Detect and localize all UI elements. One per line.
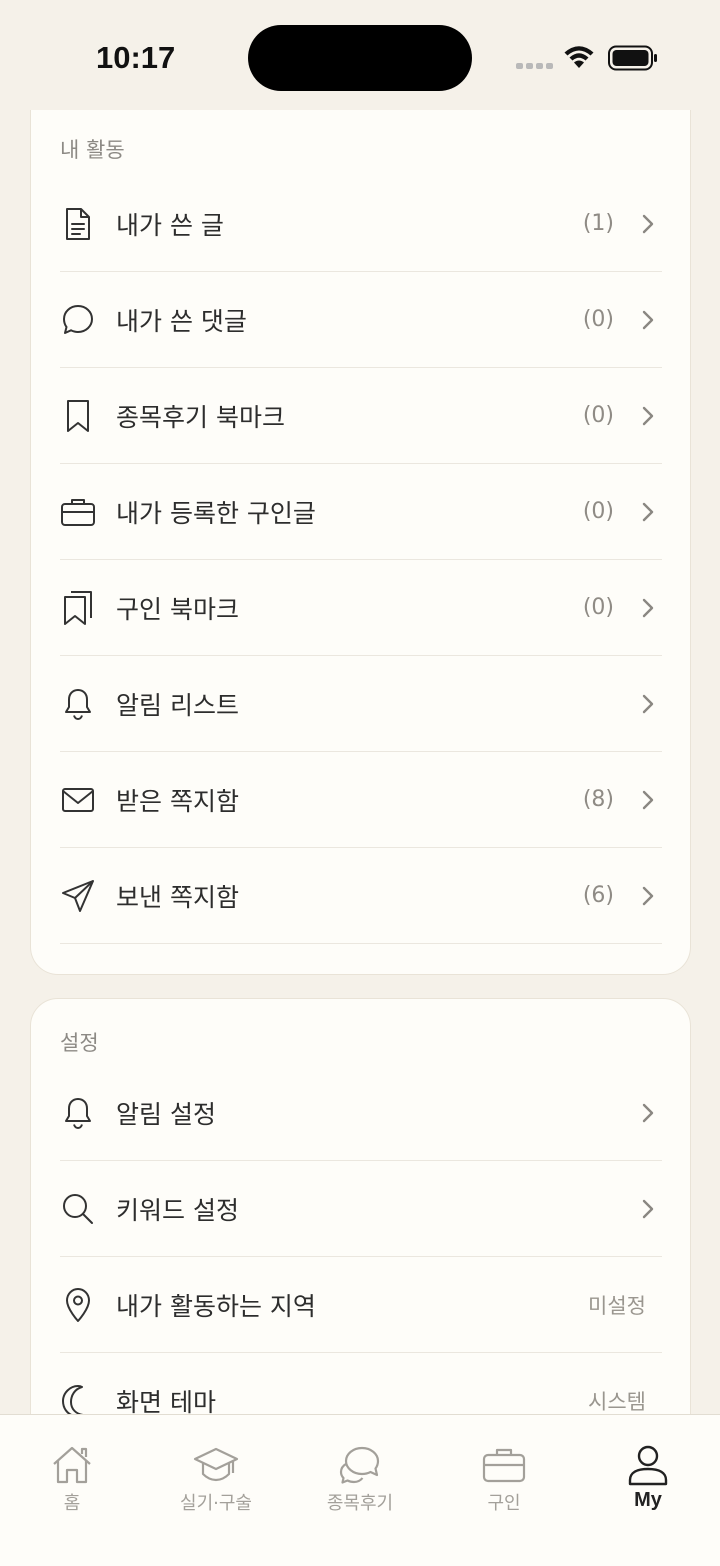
menu-item-label: 키워드 설정 bbox=[116, 1195, 239, 1225]
tab-label: 종목후기 bbox=[326, 1493, 394, 1514]
menu-item-label: 받은 쪽지함 bbox=[116, 786, 239, 816]
section-title-settings: 설정 bbox=[60, 1031, 99, 1055]
menu-item-notification-settings[interactable]: 알림 설정 bbox=[60, 1065, 662, 1161]
chevron-right-icon bbox=[634, 405, 662, 427]
status-bar: 10:17 bbox=[0, 0, 720, 110]
chevron-right-icon bbox=[634, 789, 662, 811]
chevron-right-icon bbox=[634, 309, 662, 331]
dynamic-island bbox=[248, 25, 472, 91]
menu-item-label: 내가 쓴 댓글 bbox=[116, 306, 247, 336]
tab-home[interactable]: 홈 bbox=[0, 1415, 144, 1525]
menu-item-count: (1) bbox=[582, 211, 614, 236]
envelope-icon bbox=[60, 782, 96, 818]
menu-item-label: 보낸 쪽지함 bbox=[116, 882, 239, 912]
bookmarks-icon bbox=[60, 590, 96, 626]
menu-item-received-messages[interactable]: 받은 쪽지함 (8) bbox=[60, 752, 662, 848]
menu-item-label: 알림 리스트 bbox=[116, 690, 239, 720]
chat-bubbles-icon bbox=[338, 1443, 382, 1487]
menu-item-job-bookmarks[interactable]: 구인 북마크 (0) bbox=[60, 560, 662, 656]
menu-item-value: 미설정 bbox=[588, 1293, 646, 1318]
tab-label: 구인 bbox=[487, 1493, 521, 1514]
menu-item-label: 종목후기 북마크 bbox=[116, 402, 285, 432]
cellular-signal-icon bbox=[516, 63, 553, 69]
briefcase-icon bbox=[60, 494, 96, 530]
bell-icon bbox=[60, 686, 96, 722]
search-icon bbox=[60, 1191, 96, 1227]
activity-card: 내 활동 내가 쓴 글 (1) 내가 쓴 댓글 (0) 종목후기 북마크 (0) bbox=[30, 100, 691, 975]
menu-item-count: (6) bbox=[582, 883, 614, 908]
menu-item-label: 내가 쓴 글 bbox=[116, 210, 224, 240]
menu-item-activity-region[interactable]: 내가 활동하는 지역 미설정 bbox=[60, 1257, 662, 1353]
menu-item-my-posts[interactable]: 내가 쓴 글 (1) bbox=[60, 176, 662, 272]
menu-item-count: (0) bbox=[582, 403, 614, 428]
chevron-right-icon bbox=[634, 597, 662, 619]
menu-item-review-bookmarks[interactable]: 종목후기 북마크 (0) bbox=[60, 368, 662, 464]
bell-icon bbox=[60, 1095, 96, 1131]
tab-my[interactable]: My bbox=[576, 1415, 720, 1525]
tab-practical-oral[interactable]: 실기·구술 bbox=[144, 1415, 288, 1525]
tab-reviews[interactable]: 종목후기 bbox=[288, 1415, 432, 1525]
briefcase-icon bbox=[482, 1443, 526, 1487]
comment-icon bbox=[60, 302, 96, 338]
menu-item-count: (0) bbox=[582, 307, 614, 332]
person-icon bbox=[627, 1443, 669, 1487]
graduation-cap-icon bbox=[193, 1443, 239, 1487]
chevron-right-icon bbox=[634, 693, 662, 715]
menu-item-count: (0) bbox=[582, 499, 614, 524]
chevron-right-icon bbox=[634, 213, 662, 235]
send-icon bbox=[60, 878, 96, 914]
wifi-icon bbox=[564, 46, 594, 68]
menu-item-label: 알림 설정 bbox=[116, 1099, 216, 1129]
menu-item-label: 내가 등록한 구인글 bbox=[116, 498, 316, 528]
chevron-right-icon bbox=[634, 1198, 662, 1220]
status-time: 10:17 bbox=[96, 40, 176, 75]
bottom-tab-bar: 홈 실기·구술 종목후기 구인 My bbox=[0, 1414, 720, 1566]
home-icon bbox=[51, 1443, 93, 1487]
chevron-right-icon bbox=[634, 1102, 662, 1124]
menu-item-my-comments[interactable]: 내가 쓴 댓글 (0) bbox=[60, 272, 662, 368]
tab-label: My bbox=[634, 1489, 662, 1511]
menu-item-my-job-posts[interactable]: 내가 등록한 구인글 (0) bbox=[60, 464, 662, 560]
menu-item-notification-list[interactable]: 알림 리스트 bbox=[60, 656, 662, 752]
chevron-right-icon bbox=[634, 885, 662, 907]
tab-label: 실기·구술 bbox=[180, 1493, 252, 1514]
menu-item-count: (0) bbox=[582, 595, 614, 620]
menu-item-label: 내가 활동하는 지역 bbox=[116, 1291, 316, 1321]
document-icon bbox=[60, 206, 96, 242]
bookmark-icon bbox=[60, 398, 96, 434]
menu-item-sent-messages[interactable]: 보낸 쪽지함 (6) bbox=[60, 848, 662, 944]
battery-icon bbox=[608, 45, 657, 71]
section-title-activity: 내 활동 bbox=[60, 138, 125, 162]
tab-label: 홈 bbox=[63, 1493, 81, 1514]
menu-item-value: 시스템 bbox=[588, 1389, 646, 1414]
menu-item-keyword-settings[interactable]: 키워드 설정 bbox=[60, 1161, 662, 1257]
menu-item-label: 구인 북마크 bbox=[116, 594, 239, 624]
tab-jobs[interactable]: 구인 bbox=[432, 1415, 576, 1525]
menu-item-count: (8) bbox=[582, 787, 614, 812]
location-pin-icon bbox=[60, 1287, 96, 1323]
chevron-right-icon bbox=[634, 501, 662, 523]
